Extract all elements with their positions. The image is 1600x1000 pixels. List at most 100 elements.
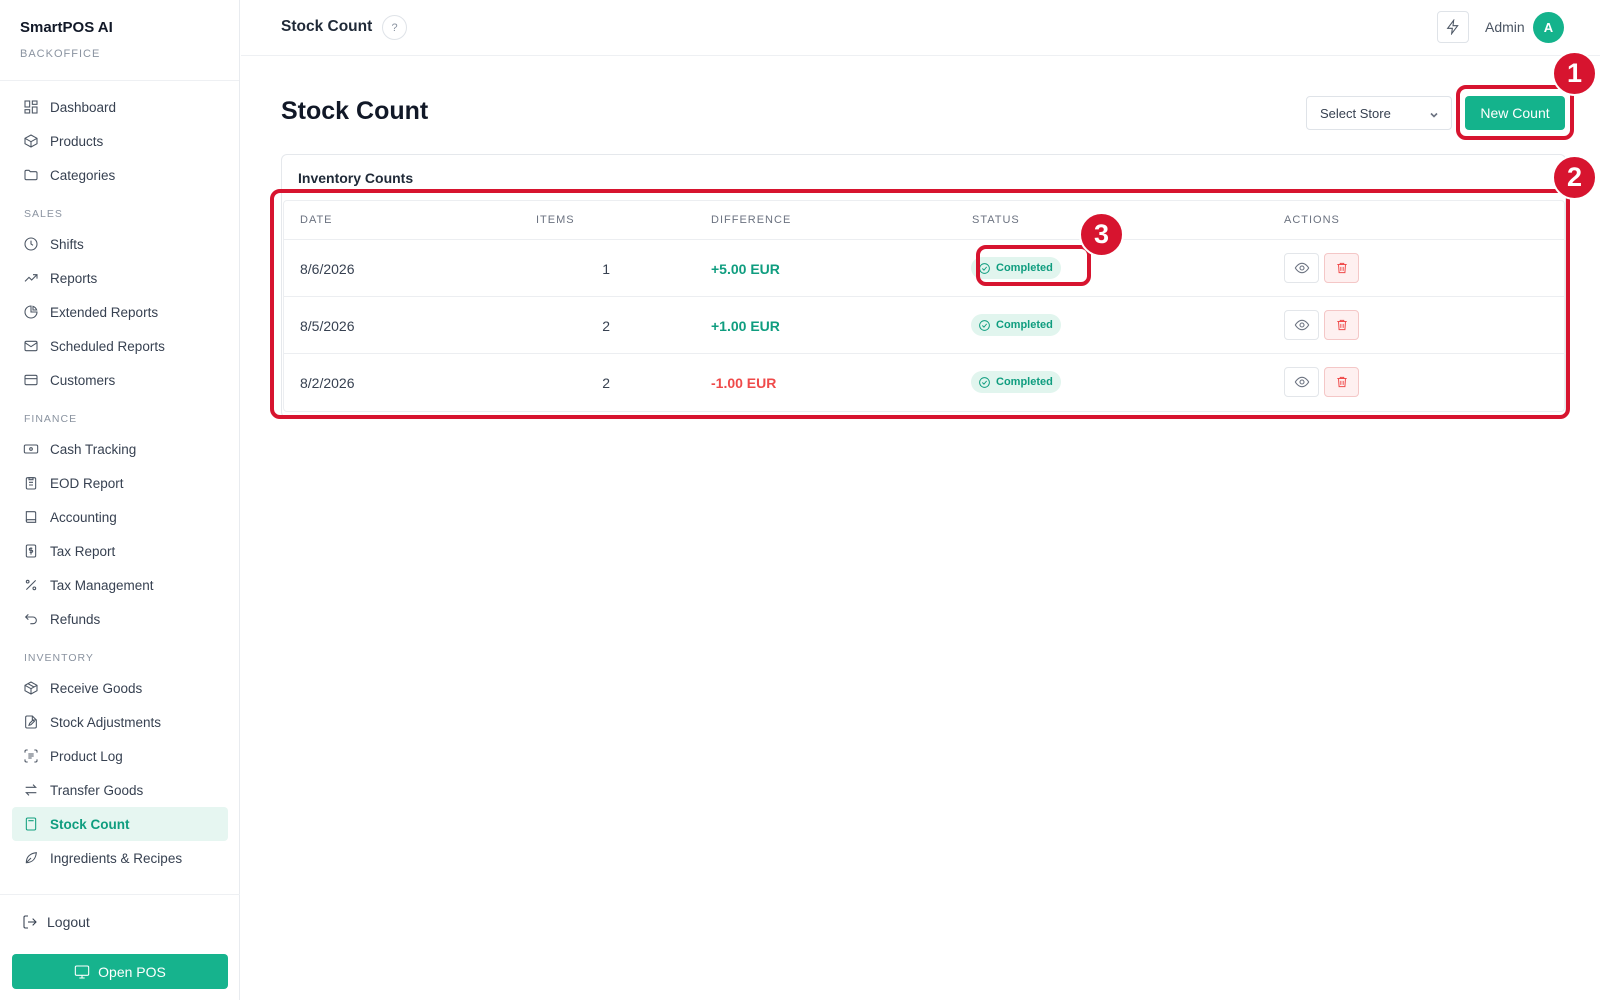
sidebar-item-cash-tracking[interactable]: Cash Tracking <box>12 432 228 466</box>
sidebar-item-label: Tax Management <box>50 577 154 593</box>
monitor-icon <box>74 964 90 979</box>
logout-label: Logout <box>47 914 90 930</box>
sidebar-item-categories[interactable]: Categories <box>12 158 228 192</box>
card-title: Inventory Counts <box>298 170 414 186</box>
status-badge: Completed <box>971 371 1061 393</box>
cell-difference: -1.00 EUR <box>711 375 777 391</box>
column-header-status: STATUS <box>972 214 1020 226</box>
check-circle-icon <box>979 262 990 274</box>
delete-button[interactable] <box>1324 253 1359 283</box>
sidebar-item-eod-report[interactable]: EOD Report <box>12 466 228 500</box>
logout-icon <box>23 915 37 929</box>
annotation-marker-1: 1 <box>1552 51 1597 96</box>
column-header-items: ITEMS <box>536 214 575 226</box>
status-label: Completed <box>996 262 1053 274</box>
sidebar-item-transfer-goods[interactable]: Transfer Goods <box>12 773 228 807</box>
sidebar-item-customers[interactable]: Customers <box>12 363 228 397</box>
clock-icon <box>24 237 38 251</box>
check-circle-icon <box>979 376 990 388</box>
sidebar-item-label: Dashboard <box>50 99 117 115</box>
view-button[interactable] <box>1284 253 1319 283</box>
chevron-down-icon <box>1429 108 1439 118</box>
open-pos-label: Open POS <box>98 963 166 980</box>
sidebar-item-label: Cash Tracking <box>50 441 137 457</box>
sidebar-item-label: Stock Adjustments <box>50 714 162 730</box>
sidebar-item-label: Accounting <box>50 509 117 525</box>
sidebar-item-tax-report[interactable]: Tax Report <box>12 534 228 568</box>
sidebar-item-label: Products <box>50 133 104 149</box>
delete-button[interactable] <box>1324 310 1359 340</box>
sidebar-item-accounting[interactable]: Accounting <box>12 500 228 534</box>
avatar[interactable]: A <box>1533 12 1564 43</box>
annotation-marker-3: 3 <box>1079 212 1124 257</box>
sidebar-item-tax-management[interactable]: Tax Management <box>12 568 228 602</box>
sidebar-item-receive-goods[interactable]: Receive Goods <box>12 671 228 705</box>
sidebar-item-extended-reports[interactable]: Extended Reports <box>12 295 228 329</box>
sidebar-item-product-log[interactable]: Product Log <box>12 739 228 773</box>
sidebar-item-reports[interactable]: Reports <box>12 261 228 295</box>
sidebar-item-label: Reports <box>50 270 98 286</box>
clipboard-icon <box>25 477 37 490</box>
check-circle-icon <box>979 319 990 331</box>
sidebar-item-scheduled-reports[interactable]: Scheduled Reports <box>12 329 228 363</box>
trending-up-icon <box>24 274 38 282</box>
table-body: 8/6/2026 1 +5.00 EUR Completed 8/5/2026 2 +1.0… <box>284 240 1564 411</box>
quick-action-button[interactable] <box>1437 11 1469 43</box>
sidebar-item-stock-adjustments[interactable]: Stock Adjustments <box>12 705 228 739</box>
status-label: Completed <box>996 319 1053 331</box>
sidebar-item-label: Ingredients & Recipes <box>50 850 183 866</box>
status-label: Completed <box>996 376 1053 388</box>
help-icon[interactable]: ? <box>382 15 407 40</box>
cell-items: 2 <box>602 318 610 334</box>
table-row: 8/2/2026 2 -1.00 EUR Completed <box>284 354 1564 411</box>
brand: SmartPOS AI BACKOFFICE <box>0 0 239 81</box>
cell-date: 8/5/2026 <box>300 318 355 334</box>
sidebar-item-ingredients-recipes[interactable]: Ingredients & Recipes <box>12 841 228 875</box>
sidebar-item-products[interactable]: Products <box>12 124 228 158</box>
nav-section-finance: FINANCE <box>24 413 78 425</box>
cell-items: 1 <box>602 261 610 277</box>
top-bar: Stock Count ? Admin A <box>241 0 1600 56</box>
eye-icon <box>1294 262 1309 274</box>
cell-items: 2 <box>602 375 610 391</box>
sidebar-item-refunds[interactable]: Refunds <box>12 602 228 636</box>
inventory-table: DATE ITEMS DIFFERENCE STATUS ACTIONS 8/6… <box>283 200 1565 412</box>
sidebar-item-label: EOD Report <box>50 475 124 491</box>
column-header-difference: DIFFERENCE <box>711 214 792 226</box>
new-count-button[interactable]: New Count <box>1465 96 1565 130</box>
sidebar: SmartPOS AI BACKOFFICE Dashboard Products… <box>0 0 240 1000</box>
status-badge: Completed <box>971 257 1061 279</box>
file-edit-icon <box>25 715 37 729</box>
select-store-dropdown[interactable]: Select Store <box>1306 96 1452 130</box>
undo-icon <box>24 613 37 625</box>
logout-button[interactable]: Logout <box>22 914 90 930</box>
sidebar-item-stock-count[interactable]: Stock Count <box>12 807 228 841</box>
sidebar-item-label: Scheduled Reports <box>50 338 165 354</box>
book-icon <box>25 511 37 523</box>
annotation-marker-2: 2 <box>1552 155 1597 200</box>
arrows-swap-icon <box>25 784 37 796</box>
sidebar-item-label: Stock Count <box>50 816 130 832</box>
page-title: Stock Count <box>281 97 429 125</box>
sidebar-item-label: Tax Report <box>50 543 116 559</box>
admin-label: Admin <box>1485 19 1525 35</box>
percent-icon <box>25 579 37 591</box>
select-store-value: Select Store <box>1320 105 1391 121</box>
status-badge: Completed <box>971 314 1061 336</box>
sidebar-item-shifts[interactable]: Shifts <box>12 227 228 261</box>
sidebar-item-label: Refunds <box>50 611 101 627</box>
delete-button[interactable] <box>1324 367 1359 397</box>
trash-icon <box>1336 376 1347 388</box>
sidebar-item-label: Shifts <box>50 236 84 252</box>
sidebar-divider <box>0 894 240 895</box>
sidebar-item-dashboard[interactable]: Dashboard <box>12 90 228 124</box>
sidebar-item-label: Customers <box>50 372 116 388</box>
leaf-icon <box>25 852 37 864</box>
open-pos-button[interactable]: Open POS <box>12 954 228 989</box>
cell-date: 8/2/2026 <box>300 375 355 391</box>
view-button[interactable] <box>1284 367 1319 397</box>
sidebar-item-label: Product Log <box>50 748 123 764</box>
package-icon <box>24 681 38 695</box>
view-button[interactable] <box>1284 310 1319 340</box>
banknote-icon <box>23 444 39 454</box>
